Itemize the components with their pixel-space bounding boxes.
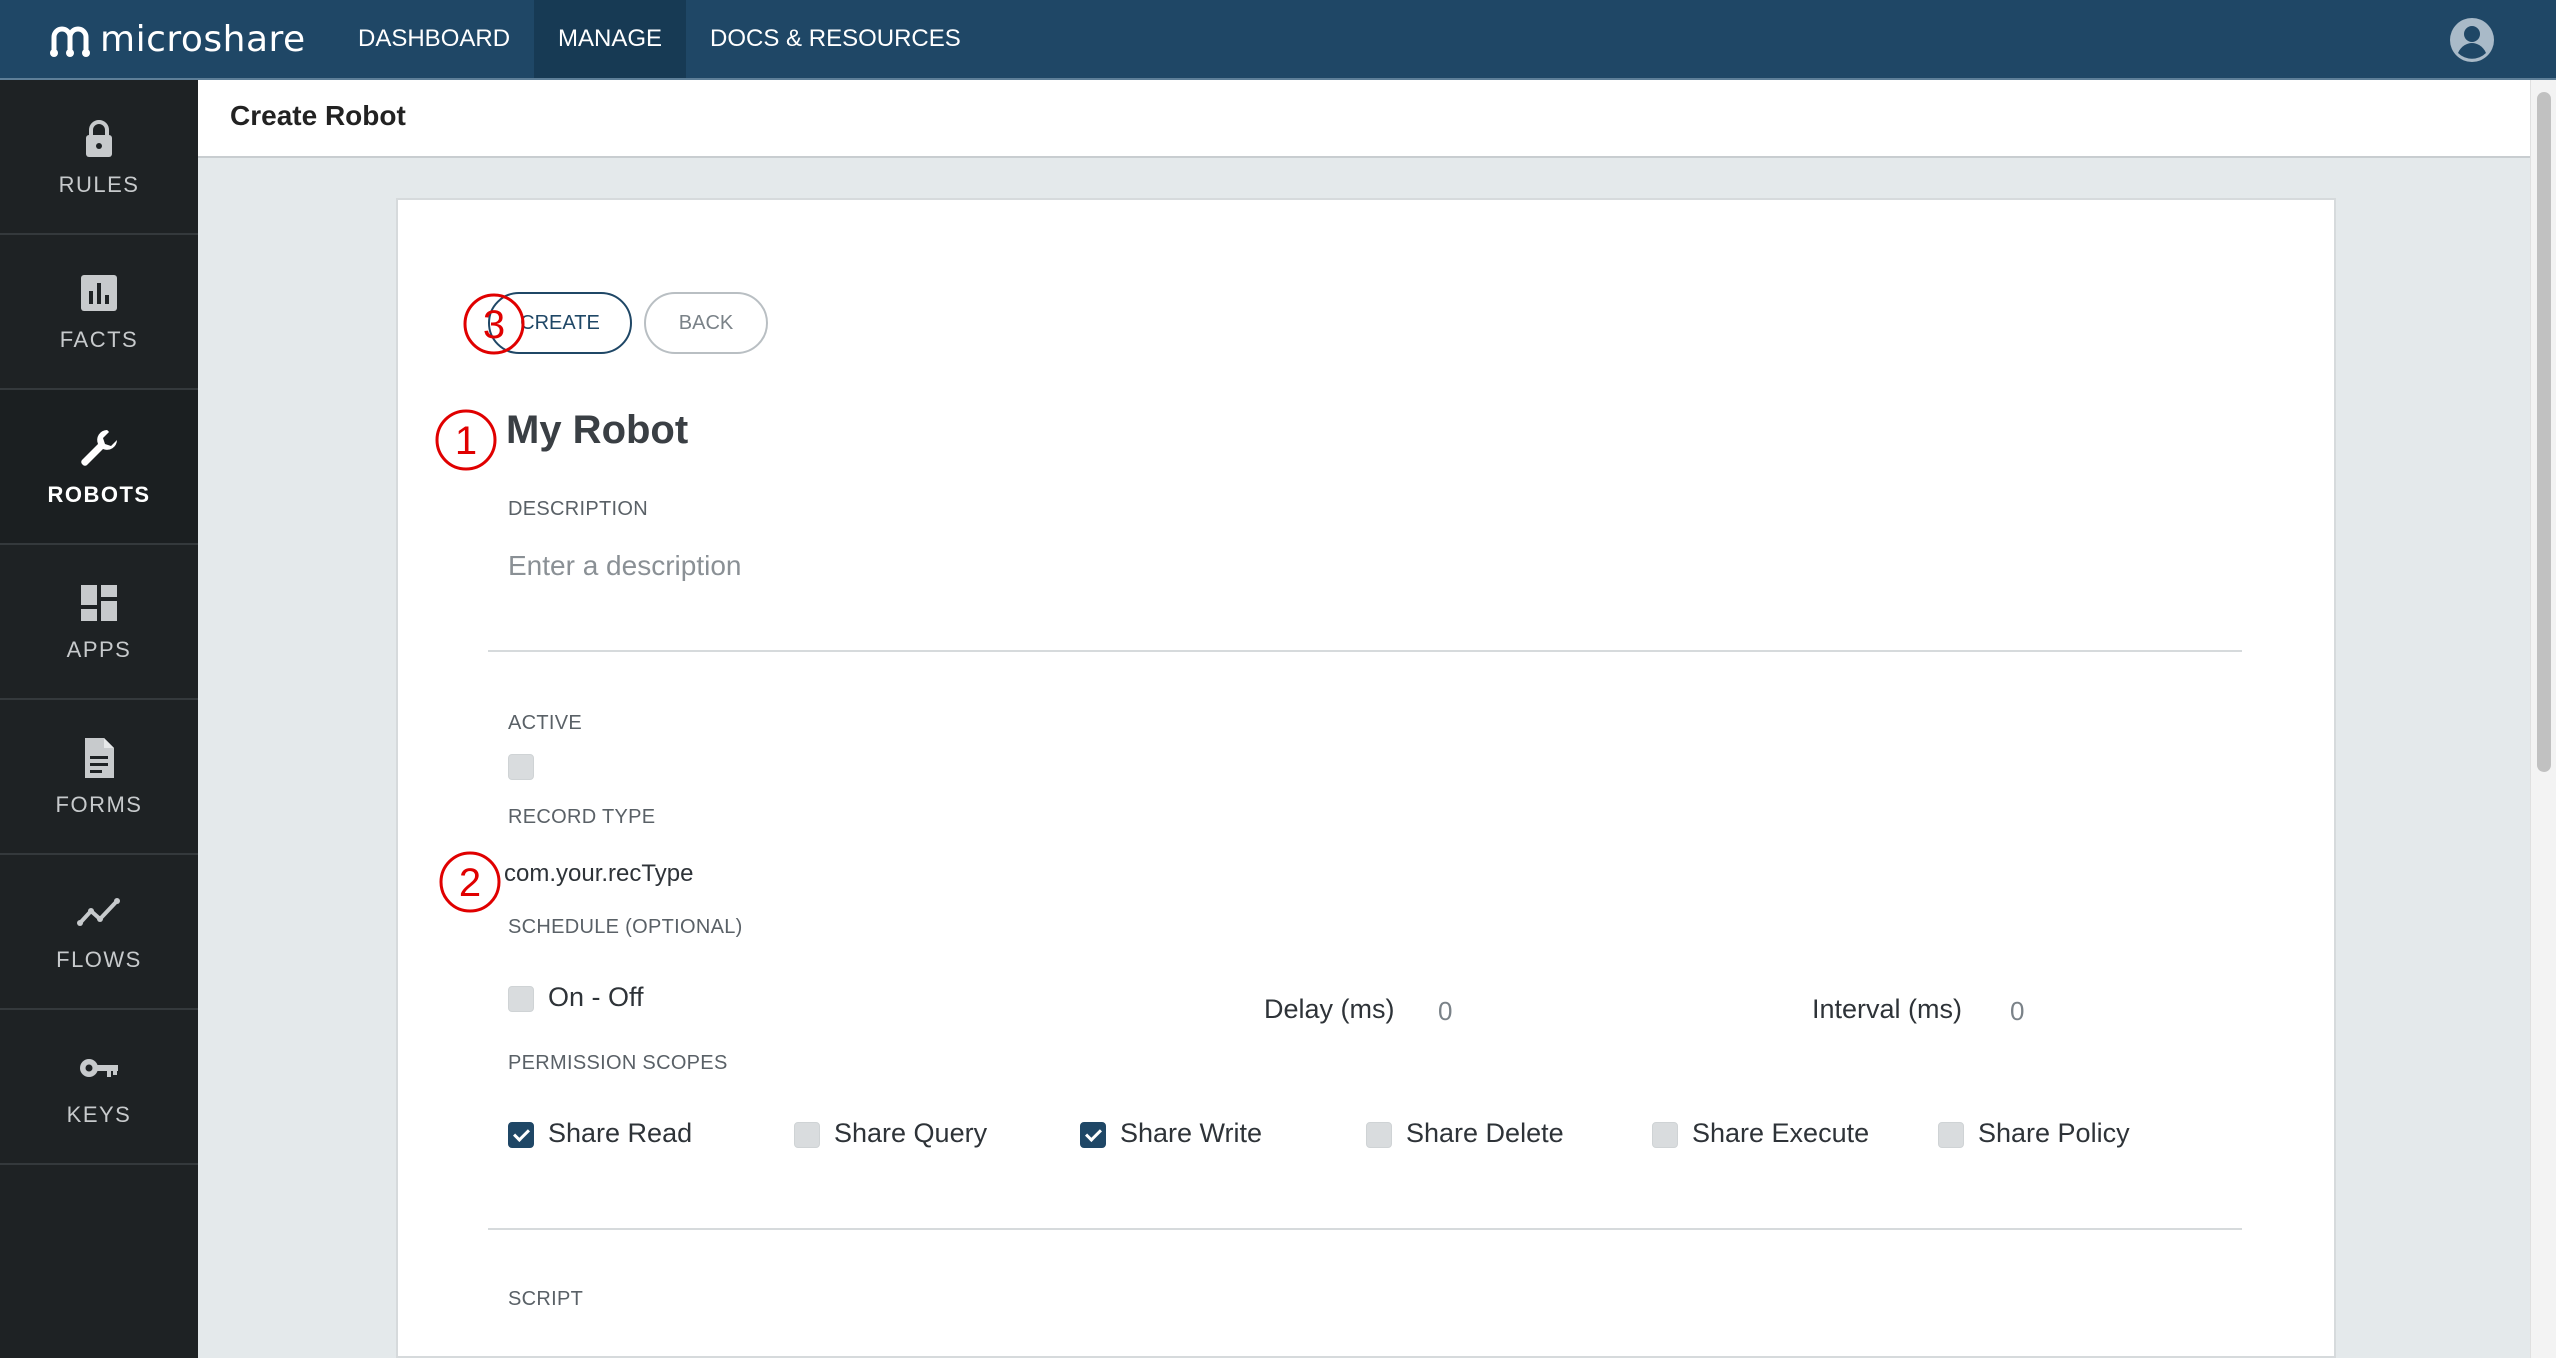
sidebar-item-apps[interactable]: APPS [0,545,198,700]
robot-name[interactable]: My Robot [506,408,688,453]
annotation-marker-3: 3 [463,293,525,355]
top-navbar: microshare DASHBOARD MANAGE DOCS & RESOU… [0,0,2556,80]
schedule-toggle-label: On - Off [548,982,644,1012]
schedule-checkbox[interactable] [508,986,534,1012]
permission-scopes-label: PERMISSION SCOPES [508,1052,728,1074]
sidebar-item-label: FORMS [55,791,143,817]
record-type-label: RECORD TYPE [508,806,656,828]
interval-label: Interval (ms) [1812,994,1963,1024]
share-policy-label: Share Policy [1978,1118,2130,1148]
interval-input[interactable] [2008,990,2112,1032]
sidebar-item-robots[interactable]: ROBOTS [0,390,198,545]
delay-label: Delay (ms) [1264,994,1395,1024]
schedule-label: SCHEDULE (OPTIONAL) [508,916,743,938]
divider [488,1228,2242,1230]
create-robot-form: CREATE BACK 3 1 My Robot DESCRIPTION ACT… [396,198,2336,1358]
sidebar-item-label: APPS [66,636,132,662]
sidebar-item-keys[interactable]: KEYS [0,1010,198,1165]
sidebar: RULES FACTS ROBOTS APPS FORMS FLOWS KEYS [0,80,198,1358]
script-label: SCRIPT [508,1288,584,1310]
share-read-checkbox[interactable] [508,1122,534,1148]
share-delete-label: Share Delete [1406,1118,1564,1148]
main-nav: DASHBOARD MANAGE DOCS & RESOURCES [334,0,985,78]
sidebar-item-rules[interactable]: RULES [0,80,198,235]
delay-input[interactable] [1436,990,1540,1032]
description-label: DESCRIPTION [508,498,648,520]
sidebar-item-label: RULES [58,171,140,197]
microshare-logo[interactable]: microshare [48,14,306,64]
sidebar-item-label: KEYS [66,1101,132,1127]
divider [488,650,2242,652]
page-title: Create Robot [230,100,406,131]
annotation-number: 1 [455,419,477,463]
page-scrollbar[interactable] [2530,80,2556,1358]
record-type-value[interactable]: com.your.recType [504,860,693,888]
sidebar-item-label: FLOWS [56,946,142,972]
annotation-number: 2 [459,861,481,905]
page-header: Create Robot [198,80,2530,158]
description-input[interactable] [506,540,2110,592]
share-policy-checkbox[interactable] [1938,1122,1964,1148]
active-checkbox[interactable] [508,754,534,780]
nav-dashboard[interactable]: DASHBOARD [334,0,534,78]
bar-chart-icon [81,274,117,311]
sidebar-item-label: ROBOTS [47,481,151,507]
document-icon [85,737,114,778]
lock-icon [86,119,112,157]
back-button[interactable]: BACK [644,292,768,354]
annotation-marker-2: 2 [439,851,501,913]
nav-docs-resources[interactable]: DOCS & RESOURCES [686,0,985,78]
user-account-icon[interactable] [2448,16,2496,64]
key-icon [80,1058,118,1077]
brand-name: microshare [100,18,306,60]
sidebar-item-forms[interactable]: FORMS [0,700,198,855]
sidebar-item-label: FACTS [59,326,139,352]
share-execute-label: Share Execute [1692,1118,1870,1148]
sidebar-item-flows[interactable]: FLOWS [0,855,198,1010]
wrench-icon [81,429,117,466]
sidebar-item-facts[interactable]: FACTS [0,235,198,390]
share-query-checkbox[interactable] [794,1122,820,1148]
line-chart-icon [77,897,120,926]
microshare-logo-icon [50,26,90,57]
share-execute-checkbox[interactable] [1652,1122,1678,1148]
share-query-label: Share Query [834,1118,988,1148]
nav-manage[interactable]: MANAGE [534,0,687,78]
share-delete-checkbox[interactable] [1366,1122,1392,1148]
scrollbar-thumb[interactable] [2537,92,2551,772]
annotation-number: 3 [483,303,505,347]
share-write-label: Share Write [1120,1118,1263,1148]
share-read-label: Share Read [548,1118,693,1148]
active-label: ACTIVE [508,712,583,734]
share-write-checkbox[interactable] [1080,1122,1106,1148]
dashboard-icon [81,584,117,621]
annotation-marker-1: 1 [435,409,497,471]
